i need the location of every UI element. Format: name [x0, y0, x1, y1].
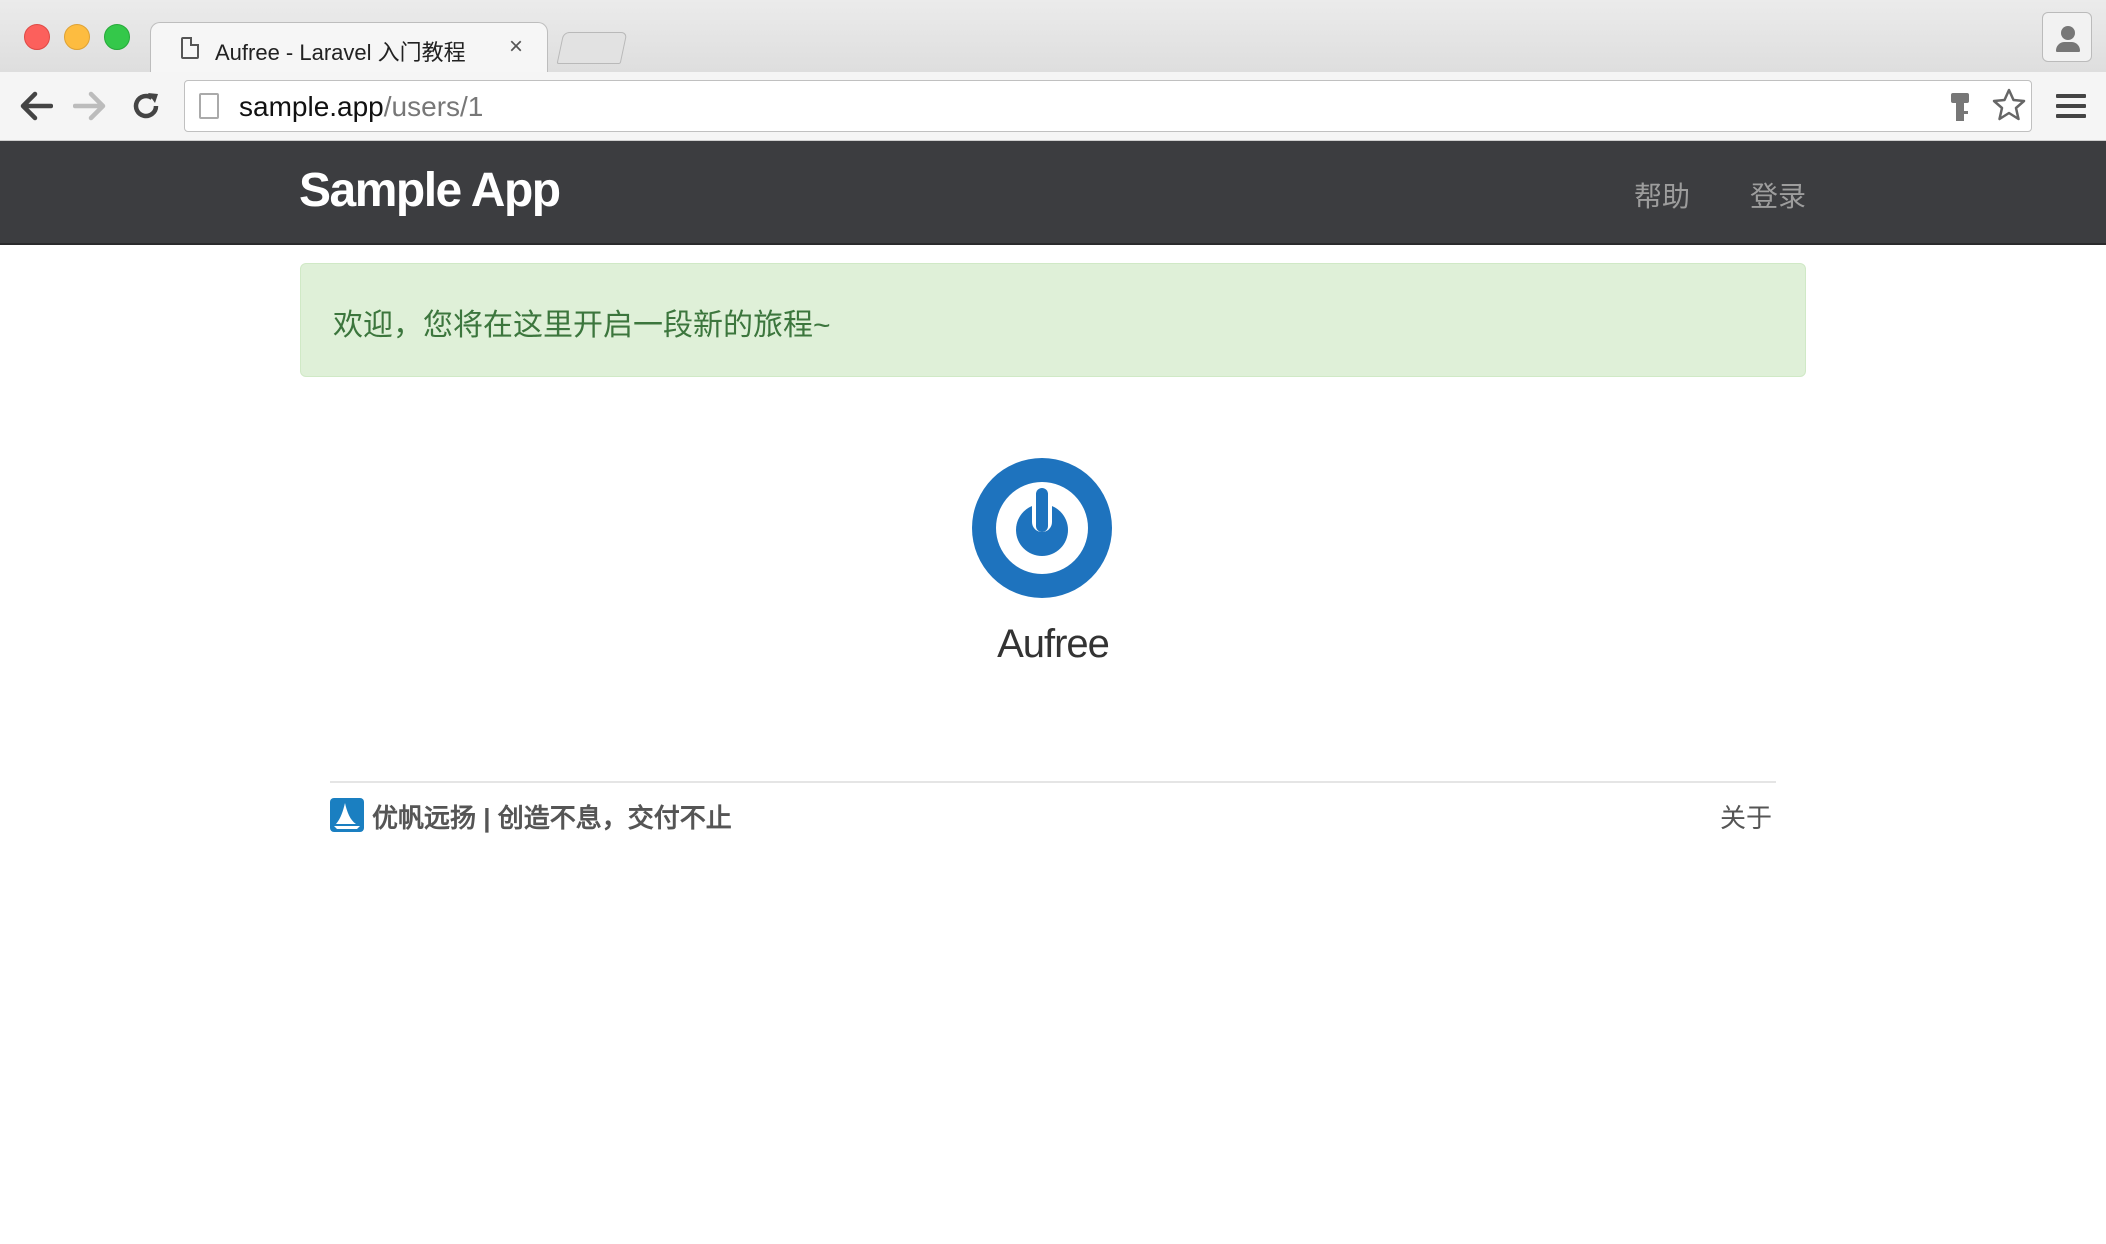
browser-tab-active[interactable]: Aufree - Laravel 入门教程 ×: [150, 22, 548, 75]
profile-button[interactable]: [2042, 12, 2092, 62]
arrow-right-icon: [73, 91, 106, 121]
gravatar-power-icon: [972, 458, 1112, 598]
reload-icon: [133, 93, 159, 119]
footer-about-link[interactable]: 关于: [1720, 798, 1772, 835]
browser-titlebar: Aufree - Laravel 入门教程 ×: [0, 0, 2106, 75]
footer-divider: [330, 781, 1776, 783]
person-icon: [2061, 26, 2075, 40]
zoom-window-button[interactable]: [104, 24, 130, 50]
bookmark-star-icon[interactable]: [1991, 87, 2027, 123]
alert-message: 欢迎，您将在这里开启一段新的旅程~: [333, 309, 831, 342]
site-navbar: Sample App 帮助 登录: [0, 141, 2106, 245]
nav-link-login[interactable]: 登录: [1750, 175, 1806, 215]
key-icon[interactable]: [1949, 91, 1971, 123]
arrow-left-icon: [20, 91, 53, 121]
brand-link[interactable]: Sample App: [299, 163, 561, 218]
user-name: Aufree: [997, 622, 1110, 666]
tab-close-icon[interactable]: ×: [509, 33, 523, 61]
page-icon: [199, 93, 219, 119]
page-icon: [181, 37, 199, 59]
back-button[interactable]: [14, 84, 58, 128]
footer-slogan[interactable]: 优帆远扬 | 创造不息，交付不止: [372, 798, 732, 835]
forward-button[interactable]: [68, 84, 112, 128]
minimize-window-button[interactable]: [64, 24, 90, 50]
sailboat-logo-icon: [330, 798, 364, 832]
address-bar[interactable]: sample.app/users/1: [184, 80, 2032, 132]
nav-link-help[interactable]: 帮助: [1634, 175, 1690, 215]
new-tab-button[interactable]: [556, 32, 628, 64]
close-window-button[interactable]: [24, 24, 50, 50]
tab-title: Aufree - Laravel 入门教程: [215, 40, 466, 65]
browser-toolbar: sample.app/users/1: [0, 72, 2106, 141]
url-text[interactable]: sample.app/users/1: [239, 91, 483, 123]
hamburger-menu-icon[interactable]: [2056, 94, 2086, 124]
success-alert: 欢迎，您将在这里开启一段新的旅程~: [300, 263, 1806, 377]
reload-button[interactable]: [124, 84, 168, 128]
